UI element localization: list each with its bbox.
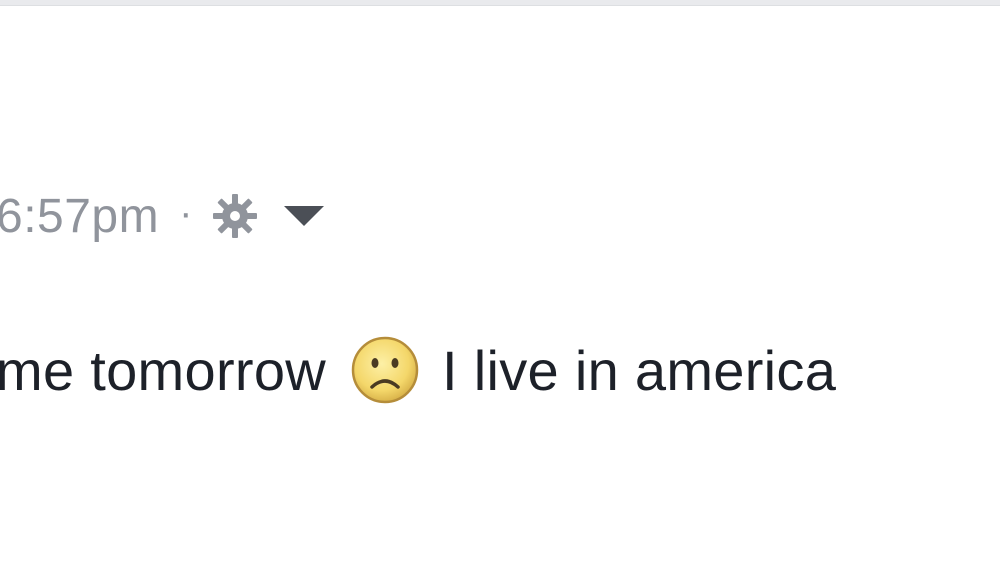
post-body: me tomorrow I live in america: [0, 330, 836, 410]
frowning-face-emoji-icon: [350, 335, 420, 405]
post-card: 6:57pm · me tomorrow I live in america: [0, 0, 1000, 563]
post-text-after-emoji: I live in america: [442, 338, 837, 402]
caret-down-icon[interactable]: [282, 204, 326, 228]
card-top-border: [0, 0, 1000, 6]
gear-icon[interactable]: [210, 191, 260, 241]
meta-separator: ·: [179, 190, 193, 235]
post-meta: 6:57pm ·: [0, 186, 326, 246]
post-text-before-emoji: me tomorrow: [0, 338, 327, 402]
post-timestamp[interactable]: 6:57pm: [0, 189, 159, 244]
